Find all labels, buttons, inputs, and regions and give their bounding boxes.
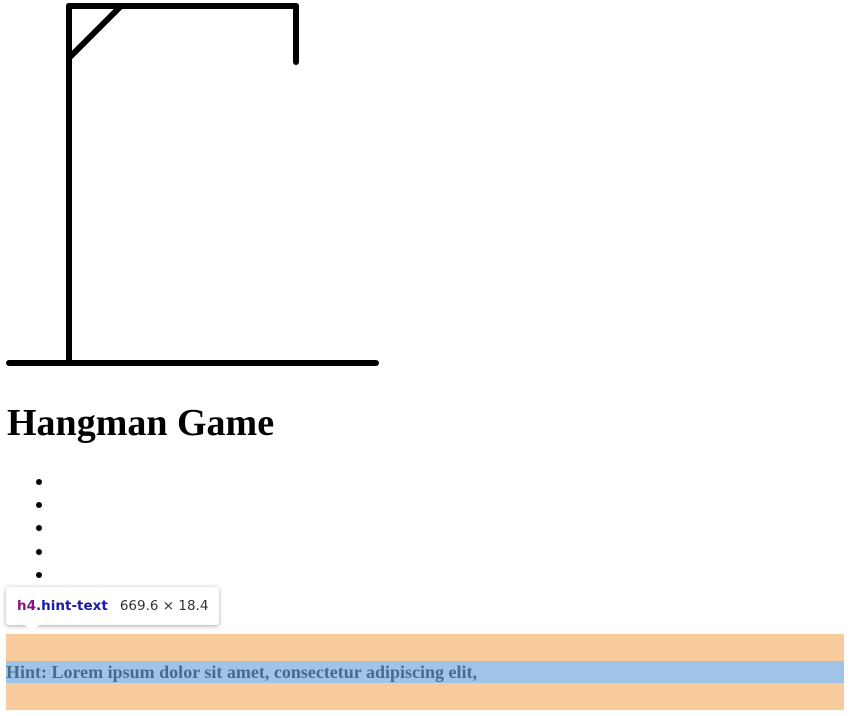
- gallows-brace: [66, 3, 124, 61]
- tooltip-class: .hint-text: [36, 598, 108, 614]
- tooltip-size: 669.6 × 18.4: [119, 598, 209, 614]
- letter-slot: [0, 540, 80, 563]
- hint-text: Hint: Lorem ipsum dolor sit amet, consec…: [6, 662, 477, 682]
- inspector-tooltip: h4.hint-text 669.6 × 18.4: [6, 587, 220, 632]
- tooltip-tag: h4: [17, 598, 37, 614]
- letter-slot: [0, 563, 80, 586]
- tooltip-selector: h4.hint-text: [17, 598, 108, 614]
- word-letter-list: [0, 470, 80, 586]
- page-title: Hangman Game: [7, 402, 275, 444]
- hangman-gallows: [6, 3, 379, 366]
- letter-slot: [0, 470, 80, 493]
- letter-slot: [0, 516, 80, 539]
- letter-slot: [0, 493, 80, 516]
